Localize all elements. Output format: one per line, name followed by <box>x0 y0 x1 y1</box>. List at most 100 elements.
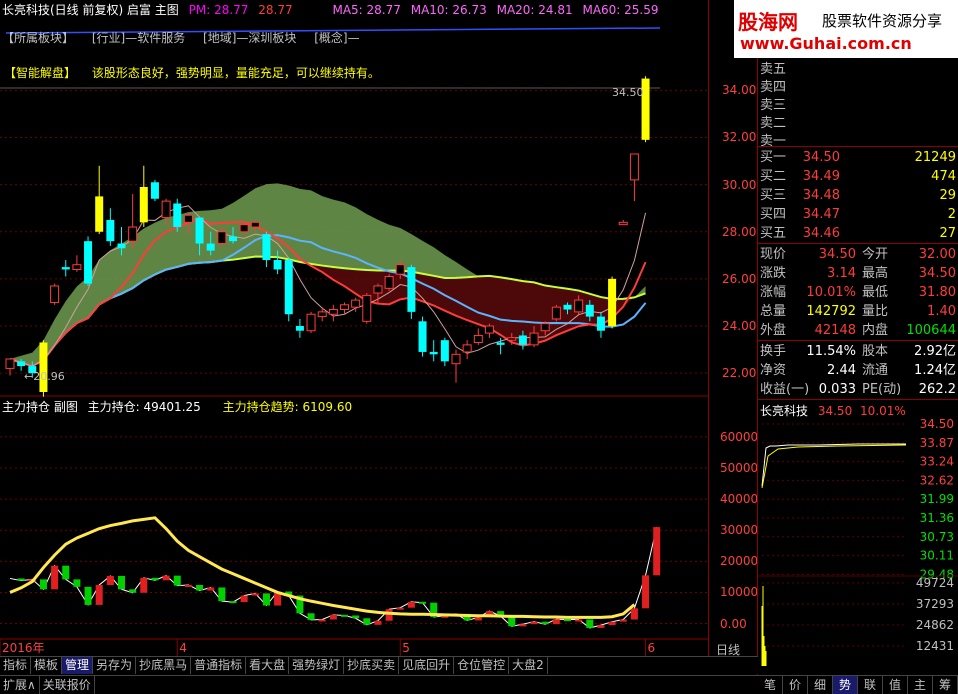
toolbar-button[interactable]: 强势绿灯 <box>289 657 345 674</box>
sell-label: 卖三 <box>760 98 787 113</box>
stat-label: 总量 <box>760 304 787 319</box>
buy-price: 34.46 <box>802 226 840 241</box>
candle[interactable] <box>128 194 138 249</box>
candle[interactable] <box>106 208 115 246</box>
sell-row[interactable]: 卖五 <box>758 60 958 79</box>
toolbar-button[interactable]: 抄底黑马 <box>136 657 192 674</box>
buy-row[interactable]: 买四 34.47 2 <box>758 205 958 224</box>
mini-tab[interactable]: 价 <box>783 676 808 694</box>
candle[interactable] <box>295 318 304 338</box>
toolbar-button[interactable]: 普通指标 <box>191 657 247 674</box>
position-bar <box>552 619 560 625</box>
position-bar <box>329 614 337 620</box>
candle[interactable] <box>418 316 427 357</box>
chart-area[interactable]: 2016年 4 5 6 长亮科技(日线 前复权) 启富 主图 PM: 28.77 28… <box>0 0 708 658</box>
buy-price: 34.47 <box>802 207 840 222</box>
toolbar-button[interactable]: 看大盘 <box>246 657 290 674</box>
candle[interactable] <box>262 231 271 268</box>
sell-row[interactable]: 卖四 <box>758 78 958 97</box>
position-bar <box>162 575 170 581</box>
mini-chart[interactable]: 34.50 33.87 33.24 32.62 31.99 31.36 30.73 30.11… <box>758 416 958 674</box>
mini-tab[interactable]: 笔 <box>758 676 783 694</box>
mini-tab[interactable]: 联 <box>858 676 883 694</box>
buy-row[interactable]: 买三 34.48 29 <box>758 186 958 205</box>
stat-label-2: 今开 <box>862 247 889 262</box>
candle[interactable] <box>451 349 461 383</box>
sub-pos-label: 主力持仓: 49401.25 <box>87 400 201 414</box>
sub-axis-label: 30000 <box>720 523 759 538</box>
tag-industry[interactable]: [行业]—软件服务 <box>92 31 185 45</box>
position-bar <box>396 607 404 610</box>
stat-value-2: 2.92亿 <box>914 344 956 359</box>
sell-row[interactable]: 卖三 <box>758 96 958 115</box>
buy-row[interactable]: 买五 34.46 27 <box>758 224 958 243</box>
position-bar <box>564 619 571 622</box>
candle[interactable] <box>284 257 293 322</box>
candle[interactable] <box>95 165 104 235</box>
buy-row[interactable]: 买二 34.49 474 <box>758 167 958 186</box>
candle[interactable] <box>150 179 159 202</box>
candle[interactable] <box>72 255 82 272</box>
toolbar2-button[interactable]: 扩展∧ <box>0 676 40 694</box>
analysis-label: 【智能解盘】 <box>4 66 77 80</box>
candle[interactable] <box>440 337 449 367</box>
tag-concept[interactable]: [概念]— <box>314 31 359 45</box>
toolbar-button[interactable]: 大盘2 <box>509 657 548 674</box>
high-label: 34.50 <box>612 86 644 99</box>
toolbar-button[interactable]: 抄底买卖 <box>344 657 400 674</box>
buy-label: 买五 <box>760 226 787 241</box>
toolbar-button[interactable]: 见底回升 <box>399 657 455 674</box>
toolbar-button[interactable]: 另存为 <box>93 657 137 674</box>
candle[interactable] <box>139 165 148 228</box>
buy-row[interactable]: 买一 34.50 21249 <box>758 148 958 167</box>
position-bar <box>129 589 137 593</box>
toolbar-button[interactable]: 仓位管控 <box>454 657 510 674</box>
candle[interactable] <box>429 340 438 362</box>
candle[interactable] <box>61 260 70 277</box>
mini-tab[interactable]: 值 <box>883 676 908 694</box>
toolbar-button[interactable]: 指标 <box>0 657 32 674</box>
stats-divider <box>758 340 958 341</box>
sell-row[interactable]: 卖二 <box>758 114 958 133</box>
position-bar <box>84 586 92 605</box>
mini-tab[interactable]: 势 <box>833 676 858 694</box>
mini-vol-label: 49724 <box>916 576 954 590</box>
mini-tab[interactable]: 细 <box>808 676 833 694</box>
stat-value: 0.033 <box>818 382 856 397</box>
logo-url: www.Guhai.com.cn <box>740 34 912 53</box>
toolbar-button[interactable]: 管理 <box>62 657 94 674</box>
candle[interactable] <box>618 219 628 226</box>
stat-value: 142792 <box>806 304 856 319</box>
position-bar <box>173 575 181 586</box>
mini-tab[interactable]: 主 <box>908 676 933 694</box>
quote-panel: 股海网 股票软件资源分享 www.Guhai.com.cn 卖五 卖四 卖三 卖二 卖一… <box>734 0 958 694</box>
mini-tab[interactable]: 筹 <box>933 676 958 694</box>
candle[interactable] <box>317 307 327 322</box>
candle[interactable] <box>608 276 617 329</box>
extension-toolbar: 扩展∧ 关联报价 <box>0 675 758 694</box>
candle[interactable] <box>462 340 472 360</box>
candle[interactable] <box>407 264 416 319</box>
candle[interactable] <box>473 328 483 345</box>
toolbar2-button[interactable]: 关联报价 <box>40 676 95 694</box>
candle[interactable] <box>551 304 561 322</box>
tag-sector[interactable]: 【所属板块】 <box>2 31 74 45</box>
tag-region[interactable]: [地域]—深圳板块 <box>203 31 296 45</box>
main-chart[interactable]: 2016年 4 5 6 <box>0 0 708 656</box>
candle[interactable] <box>39 340 48 397</box>
candle[interactable] <box>384 274 394 291</box>
candle[interactable] <box>484 323 494 338</box>
candle[interactable] <box>5 358 15 376</box>
candle[interactable] <box>84 236 93 286</box>
candle[interactable] <box>306 311 316 334</box>
stat-value: 34.50 <box>818 247 856 262</box>
position-bar <box>240 595 248 603</box>
candle[interactable] <box>629 153 639 202</box>
candle[interactable] <box>362 293 372 324</box>
stat-label-2: PE(动) <box>862 382 902 397</box>
candle[interactable] <box>328 304 338 322</box>
stat-label: 涨跌 <box>760 266 787 281</box>
toolbar-button[interactable]: 模板 <box>31 657 63 674</box>
candle[interactable] <box>50 283 60 305</box>
candle[interactable] <box>173 198 182 232</box>
